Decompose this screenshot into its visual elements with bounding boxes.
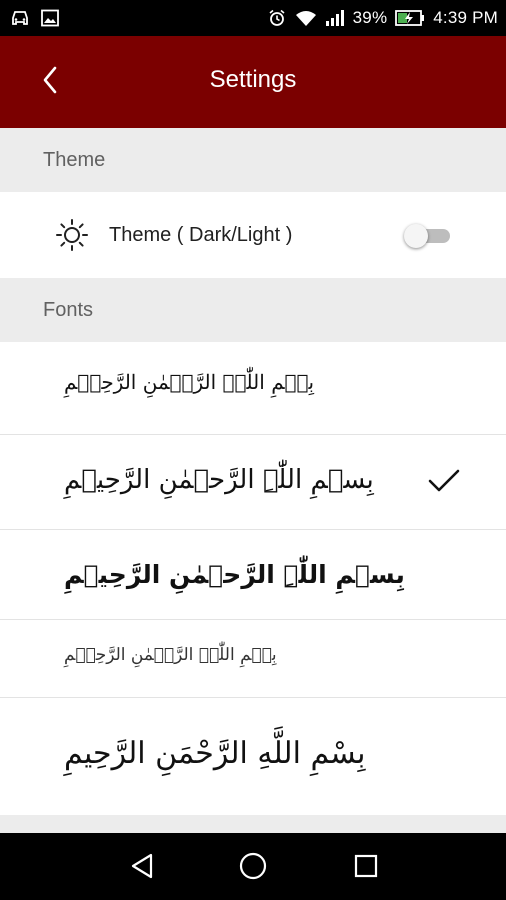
font-option-4[interactable]: بِسۡمِ اللّٰہِ الرَّحۡمٰنِ الرَّحِیۡمِ (0, 620, 506, 698)
nav-recents-button[interactable] (350, 850, 382, 882)
font-sample: بِسۡمِ اللّٰہِ الرَّحۡمٰنِ الرَّحِیۡمِ (64, 465, 374, 495)
font-sample: بِسۡمِ اللّٰہِ الرَّحۡمٰنِ الرَّحِیۡمِ (64, 370, 315, 394)
navigation-bar (0, 833, 506, 900)
nav-home-button[interactable] (237, 850, 269, 882)
font-sample: بِسْمِ اللَّهِ الرَّحْمَنِ الرَّحِيمِ (64, 736, 366, 771)
image-icon (41, 9, 59, 27)
car-icon (12, 11, 28, 25)
battery-charging-icon (395, 10, 425, 26)
sun-icon (56, 219, 88, 251)
app-bar: Settings (0, 36, 506, 128)
recents-square-icon (354, 854, 378, 878)
font-option-1[interactable]: بِسۡمِ اللّٰہِ الرَّحۡمٰنِ الرَّحِیۡمِ (0, 342, 506, 435)
page-title: Settings (209, 66, 297, 93)
alarm-icon (269, 9, 285, 26)
section-header-next (0, 815, 506, 833)
theme-toggle-label: Theme ( Dark/Light ) (109, 223, 293, 246)
status-bar: 39% 4:39 PM (0, 0, 506, 36)
section-header-fonts: Fonts (0, 278, 506, 342)
switch-thumb (404, 224, 428, 248)
signal-icon (325, 10, 344, 26)
font-option-3[interactable]: بِسۡمِ اللّٰہِ الرَّحۡمٰنِ الرَّحِیۡمِ (0, 530, 506, 620)
font-sample: بِسۡمِ اللّٰہِ الرَّحۡمٰنِ الرَّحِیۡمِ (64, 560, 405, 589)
home-circle-icon (239, 852, 267, 880)
checkmark-icon (428, 469, 460, 492)
font-sample: بِسۡمِ اللّٰہِ الرَّحۡمٰنِ الرَّحِیۡمِ (64, 645, 277, 665)
nav-back-button[interactable] (126, 850, 158, 882)
font-option-5[interactable]: بِسْمِ اللَّهِ الرَّحْمَنِ الرَّحِيمِ (0, 698, 506, 815)
back-triangle-icon (131, 853, 153, 879)
theme-toggle-row[interactable]: Theme ( Dark/Light ) (0, 192, 506, 278)
settings-list[interactable]: Theme Theme ( Dark/Light ) Fonts بِسۡمِ … (0, 128, 506, 833)
clock: 4:39 PM (433, 8, 498, 27)
font-option-2[interactable]: بِسۡمِ اللّٰہِ الرَّحۡمٰنِ الرَّحِیۡمِ (0, 435, 506, 530)
battery-percent: 39% (352, 8, 388, 27)
section-header-theme: Theme (0, 128, 506, 192)
wifi-icon (295, 11, 316, 26)
theme-switch[interactable] (404, 224, 450, 248)
